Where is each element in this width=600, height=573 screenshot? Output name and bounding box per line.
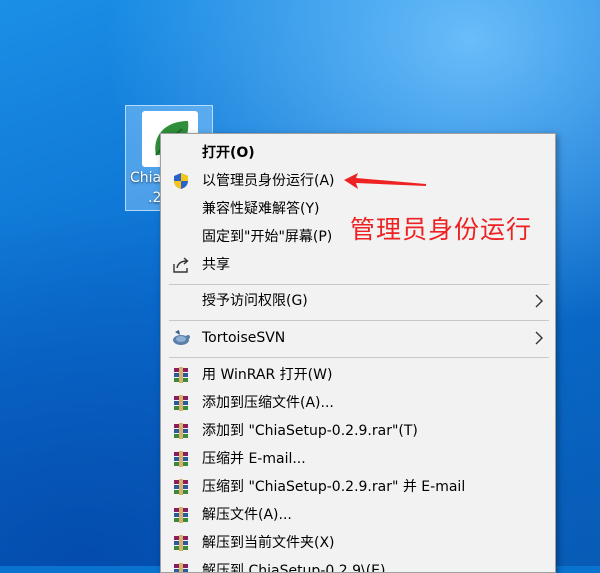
- winrar-icon: [171, 449, 191, 469]
- menu-item-label: 添加到 "ChiaSetup-0.2.9.rar"(T): [202, 423, 418, 439]
- winrar-icon: [171, 505, 191, 525]
- winrar-icon: [171, 477, 191, 497]
- chevron-right-icon: [531, 330, 547, 346]
- menu-separator: [169, 284, 549, 285]
- menu-item-label: 解压文件(A)...: [202, 507, 292, 523]
- menu-item-label: 解压到 ChiaSetup-0.2.9\(E): [202, 563, 386, 573]
- menu-item-label: 用 WinRAR 打开(W): [202, 367, 333, 383]
- winrar-icon: [171, 421, 191, 441]
- uac-shield-icon: [171, 171, 191, 191]
- menu-separator: [169, 357, 549, 358]
- menu-item-label: 添加到压缩文件(A)...: [202, 395, 334, 411]
- menu-item-winrar-add-archive[interactable]: 添加到压缩文件(A)...: [161, 389, 555, 417]
- menu-item-winrar-extract-here[interactable]: 解压到当前文件夹(X): [161, 529, 555, 557]
- menu-item-label: 授予访问权限(G): [202, 293, 308, 309]
- annotation-arrow-icon: [344, 173, 426, 189]
- menu-item-label: 以管理员身份运行(A): [202, 173, 335, 189]
- menu-item-label: 共享: [202, 257, 230, 273]
- menu-item-winrar-open[interactable]: 用 WinRAR 打开(W): [161, 361, 555, 389]
- menu-item-label: 压缩并 E-mail...: [202, 451, 306, 467]
- annotation-label: 管理员身份运行: [350, 215, 533, 244]
- winrar-icon: [171, 561, 191, 572]
- menu-item-open[interactable]: 打开(O): [161, 139, 555, 167]
- menu-item-label: 压缩到 "ChiaSetup-0.2.9.rar" 并 E-mail: [202, 479, 466, 495]
- winrar-icon: [171, 393, 191, 413]
- menu-item-winrar-compress-to-rar-email[interactable]: 压缩到 "ChiaSetup-0.2.9.rar" 并 E-mail: [161, 473, 555, 501]
- menu-item-share[interactable]: 共享: [161, 251, 555, 279]
- menu-item-winrar-extract-files[interactable]: 解压文件(A)...: [161, 501, 555, 529]
- menu-item-winrar-extract-to-folder[interactable]: 解压到 ChiaSetup-0.2.9\(E): [161, 557, 555, 573]
- winrar-icon: [171, 533, 191, 553]
- menu-item-winrar-add-to-rar[interactable]: 添加到 "ChiaSetup-0.2.9.rar"(T): [161, 417, 555, 445]
- winrar-icon: [171, 365, 191, 385]
- chevron-right-icon: [531, 293, 547, 309]
- context-menu: 打开(O) 以管理员身份运行(A) 兼容性疑难解答(Y) 固定到"开始"屏幕(P…: [160, 133, 556, 573]
- tortoisesvn-icon: [171, 328, 191, 348]
- menu-item-label: TortoiseSVN: [202, 330, 286, 346]
- share-icon: [171, 255, 191, 275]
- menu-item-label: 解压到当前文件夹(X): [202, 535, 335, 551]
- menu-item-label: 兼容性疑难解答(Y): [202, 201, 320, 217]
- menu-item-winrar-compress-email[interactable]: 压缩并 E-mail...: [161, 445, 555, 473]
- menu-item-grant-access[interactable]: 授予访问权限(G): [161, 287, 555, 315]
- menu-separator: [169, 320, 549, 321]
- menu-item-label: 固定到"开始"屏幕(P): [202, 229, 333, 245]
- menu-item-label: 打开(O): [202, 145, 255, 161]
- menu-item-tortoisesvn[interactable]: TortoiseSVN: [161, 324, 555, 352]
